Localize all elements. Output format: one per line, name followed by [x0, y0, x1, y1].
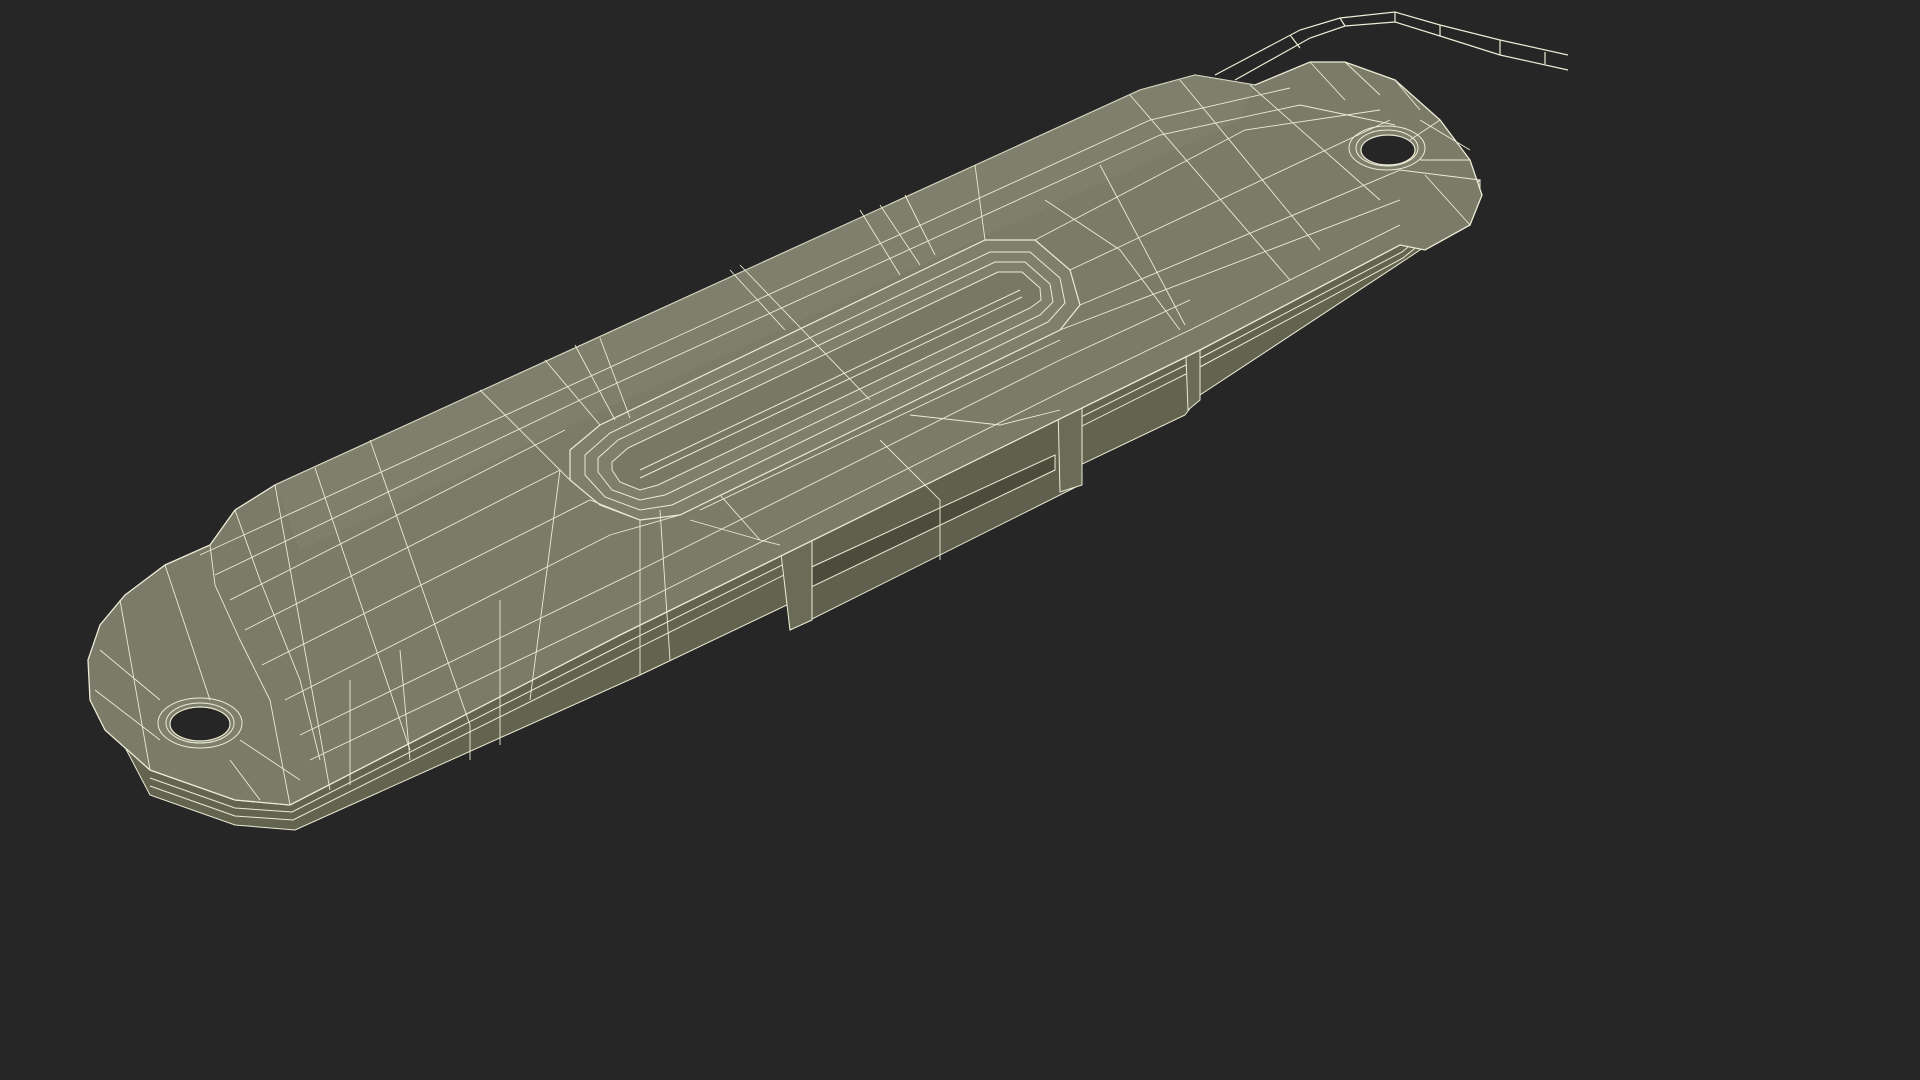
hole-left	[169, 706, 231, 742]
hole-right	[1360, 134, 1416, 166]
mount-hole-left	[157, 697, 243, 749]
viewport	[0, 0, 1568, 882]
wireframe-render	[0, 0, 1568, 882]
mount-hole-right	[1348, 125, 1426, 171]
